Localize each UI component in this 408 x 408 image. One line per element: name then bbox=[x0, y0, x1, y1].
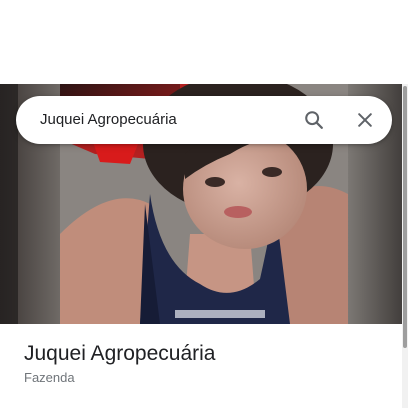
place-category: Fazenda bbox=[24, 370, 75, 385]
maps-place-view: Juquei Agropecuária Juquei Agropecuária … bbox=[0, 0, 408, 408]
place-title: Juquei Agropecuária bbox=[24, 342, 216, 365]
scrollbar-thumb[interactable] bbox=[403, 86, 407, 348]
search-button[interactable] bbox=[298, 104, 330, 136]
close-icon bbox=[358, 113, 372, 127]
top-blank-area bbox=[0, 0, 408, 84]
search-icon bbox=[305, 111, 323, 129]
search-bar[interactable]: Juquei Agropecuária bbox=[16, 96, 392, 144]
search-input[interactable]: Juquei Agropecuária bbox=[40, 96, 177, 144]
close-button[interactable] bbox=[349, 104, 381, 136]
place-info-card[interactable]: Juquei Agropecuária Fazenda bbox=[0, 324, 402, 408]
